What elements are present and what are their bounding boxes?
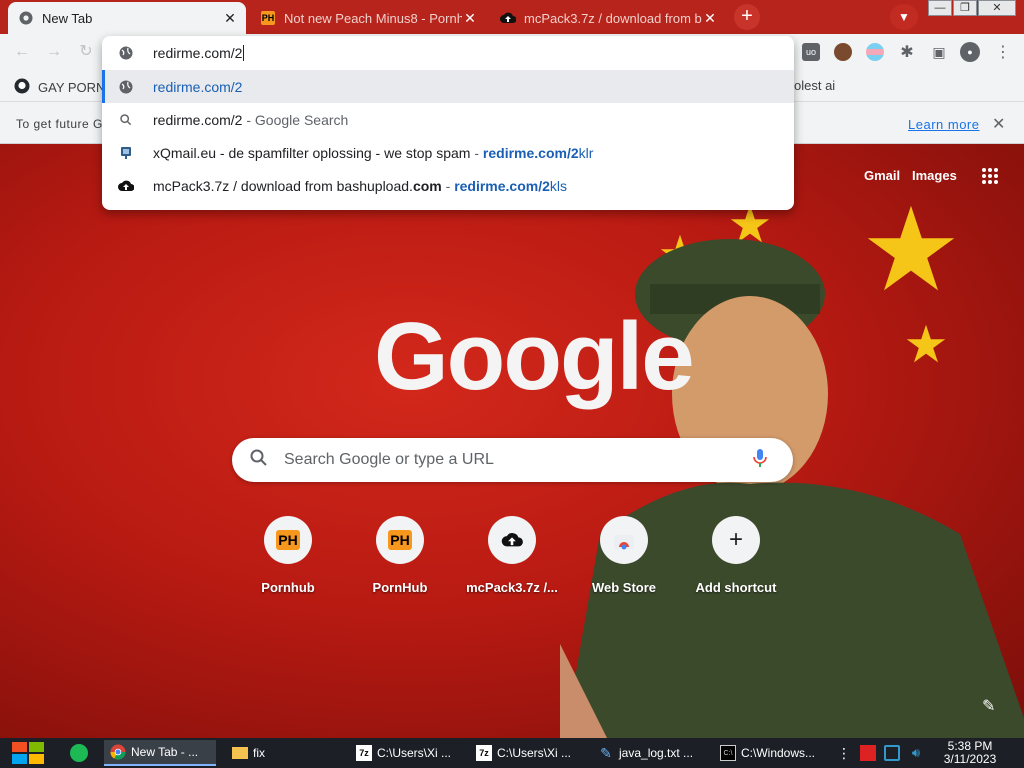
cmd-icon: C:\ [720,745,736,761]
close-icon[interactable]: ✕ [702,10,718,27]
omnibox-suggestion[interactable]: redirme.com/2 - Google Search [102,103,794,136]
shortcut-pornhub-2[interactable]: PH PornHub [344,516,456,595]
tab-mcpack[interactable]: mcPack3.7z / download from b ✕ [490,2,726,34]
maximize-button[interactable]: ❐ [953,0,977,16]
profile-extension-icon[interactable] [834,43,852,61]
menu-kebab-icon[interactable]: ⋮ [994,43,1012,61]
tab-title: mcPack3.7z / download from b [524,10,702,26]
shortcut-web-store[interactable]: Web Store [568,516,680,595]
pornhub-icon: PH [260,11,276,25]
info-bar-text: To get future G [16,117,103,131]
taskbar-item-cmd[interactable]: C:\ C:\Windows... [714,740,826,766]
octocat-icon [14,78,30,97]
cloud-upload-icon [500,10,516,26]
omnibox-suggestion[interactable]: redirme.com/2 [102,70,794,103]
7zip-icon: 7z [356,745,372,761]
bookmark-olest-ai[interactable]: olest ai [794,78,835,93]
window-close-button[interactable]: ✕ [978,0,1016,16]
taskbar-item-7zip-1[interactable]: 7z C:\Users\Xi ... [350,740,462,766]
volume-icon[interactable]: 🔊︎ [908,745,924,761]
chrome-icon [18,10,34,26]
extensions-puzzle-icon[interactable]: ✱ [898,43,916,61]
bookmark-gay-porn[interactable]: GAY PORN [14,78,105,97]
tab-search-button[interactable]: ▼ [890,4,918,30]
web-store-icon [600,516,648,564]
reload-button[interactable]: ↻ [76,42,96,62]
omnibox-dropdown: redirme.com/2 redirme.com/2 redirme.com/… [102,36,794,210]
search-icon [250,449,270,472]
text-cursor [243,45,245,61]
new-tab-button[interactable]: + [734,4,760,30]
google-apps-icon[interactable] [982,168,998,184]
action-center-flag-icon[interactable] [860,745,876,761]
folder-icon [232,747,248,759]
omnibox-input-row[interactable]: redirme.com/2 [102,36,794,70]
close-icon[interactable]: ✕ [462,10,478,27]
page-icon [118,145,134,161]
tray-overflow-icon[interactable]: ⋮ [836,745,852,761]
system-clock[interactable]: 5:38 PM 3/11/2023 [936,740,1004,766]
tab-strip: New Tab ✕ PH Not new Peach Minus8 - Porn… [0,0,1024,34]
omnibox-suggestion[interactable]: mcPack3.7z / download from bashupload. c… [102,169,794,202]
profile-avatar-icon[interactable]: ● [960,42,980,62]
ntp-search-box[interactable] [232,438,793,482]
back-button[interactable]: ← [12,42,32,62]
close-icon[interactable]: ✕ [992,114,1005,134]
notepad-icon: ✎ [600,744,612,761]
pornhub-icon: PH [264,516,312,564]
close-icon[interactable]: ✕ [222,10,238,27]
taskbar-item-chrome[interactable]: New Tab - ... [104,740,216,766]
shortcut-pornhub[interactable]: PH Pornhub [232,516,344,595]
cloud-upload-icon [118,178,134,194]
tab-title: New Tab [42,10,93,26]
tab-title: Not new Peach Minus8 - Pornh [284,10,462,26]
tab-pornhub[interactable]: PH Not new Peach Minus8 - Pornh ✕ [250,2,486,34]
gmail-link[interactable]: Gmail [864,168,900,183]
minimize-button[interactable]: — [928,0,952,16]
7zip-icon: 7z [476,745,492,761]
search-icon [118,112,134,128]
microphone-icon[interactable] [753,448,773,473]
taskbar-item-7zip-2[interactable]: 7z C:\Users\Xi ... [470,740,582,766]
ntp-search-input[interactable] [284,451,753,469]
cloud-upload-icon [488,516,536,564]
side-panel-icon[interactable]: ▣ [930,43,948,61]
ublock-icon[interactable]: uo [802,43,820,61]
tab-new-tab[interactable]: New Tab ✕ [8,2,246,34]
globe-icon [118,45,134,61]
pornhub-icon: PH [376,516,424,564]
windows-start-icon[interactable] [10,738,44,768]
chrome-icon [110,744,126,760]
spotify-taskbar-icon[interactable] [64,740,98,766]
taskbar: New Tab - ... fix 7z C:\Users\Xi ... 7z … [0,738,1024,768]
images-link[interactable]: Images [912,168,957,183]
globe-icon [118,79,134,95]
flag-extension-icon[interactable] [866,43,884,61]
taskbar-item-java-log[interactable]: ✎ java_log.txt ... [592,740,704,766]
customize-pencil-icon[interactable]: ✎ [982,696,995,716]
shortcut-add[interactable]: + Add shortcut [680,516,792,595]
omnibox-typed-text[interactable]: redirme.com/2 [153,45,242,61]
taskbar-item-fix[interactable]: fix [226,740,338,766]
network-icon[interactable] [884,745,900,761]
forward-button[interactable]: → [44,42,64,62]
spotify-icon [70,744,88,762]
new-tab-page: Gmail Images Google PH Pornhub PH PornHu… [0,144,1024,738]
omnibox-suggestion[interactable]: xQmail.eu - de spamfilter oplossing - we… [102,136,794,169]
plus-icon: + [712,516,760,564]
google-logo: Google [374,303,695,410]
shortcut-mcpack[interactable]: mcPack3.7z /... [456,516,568,595]
learn-more-link[interactable]: Learn more [908,117,979,132]
